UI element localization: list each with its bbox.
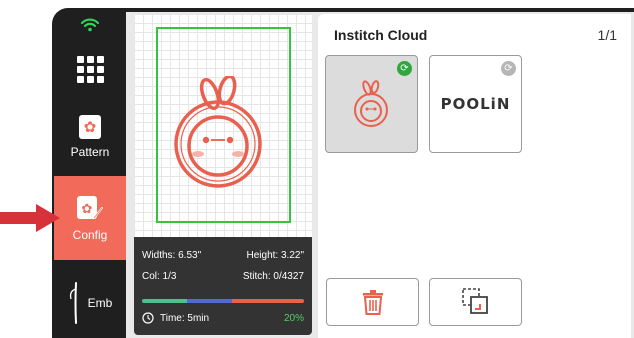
bunny-thumbnail-icon [353, 80, 388, 127]
red-arrow-icon [0, 204, 60, 232]
time-estimate: Time: 5min [142, 312, 209, 324]
app-stage: ✿ Pattern ✿ Config Emb Widths: 6.53" Hei… [0, 0, 634, 338]
progress-percent: 20% [283, 312, 304, 324]
sidebar-item-emb[interactable]: Emb [54, 270, 126, 336]
needle-icon [69, 282, 77, 324]
bunny-design-preview [174, 76, 262, 188]
design-info-panel: Widths: 6.53" Height: 3.22" Col: 1/3 Sti… [134, 237, 312, 335]
page-indicator: 1/1 [597, 27, 617, 43]
cloud-panel: Institch Cloud 1/1 ⟳ ⟳ POOLiN [318, 14, 631, 338]
copy-button[interactable] [429, 278, 522, 326]
progress-segment [187, 299, 232, 303]
wifi-icon [81, 18, 99, 32]
svg-text:✿: ✿ [82, 202, 93, 217]
wifi-status [54, 12, 126, 38]
progress-segment [142, 299, 187, 303]
progress-segment [232, 299, 304, 303]
delete-button[interactable] [326, 278, 419, 326]
page-title: Institch Cloud [334, 27, 428, 43]
copy-icon [461, 288, 488, 314]
color-count: Col: 1/3 [142, 271, 177, 282]
clock-icon [142, 312, 154, 324]
sidebar-item-pattern[interactable]: ✿ Pattern [54, 104, 126, 170]
sidebar-item-config[interactable]: ✿ Config [54, 176, 126, 260]
stitch-count: Stitch: 0/4327 [242, 271, 304, 282]
design-thumbnail[interactable]: ⟳ POOLiN [429, 55, 522, 153]
time-value: Time: 5min [160, 312, 210, 324]
width-value: Widths: 6.53" [142, 250, 202, 261]
design-thumbnail[interactable]: ⟳ [325, 55, 418, 153]
poolin-logo: POOLiN [440, 95, 511, 113]
color-progress-bar [142, 299, 304, 303]
config-icon: ✿ [77, 196, 103, 219]
sidebar-item-label: Config [72, 228, 108, 242]
trash-icon [362, 290, 383, 315]
sidebar-item-label: Pattern [70, 145, 110, 159]
height-value: Height: 3.22" [246, 250, 304, 261]
pattern-icon: ✿ [79, 115, 101, 139]
sync-icon: ⟳ [501, 61, 516, 76]
sidebar-item-label: Emb [87, 296, 113, 310]
sync-icon: ⟳ [397, 61, 412, 76]
apps-menu-button[interactable] [54, 44, 126, 94]
apps-grid-icon [76, 55, 104, 83]
